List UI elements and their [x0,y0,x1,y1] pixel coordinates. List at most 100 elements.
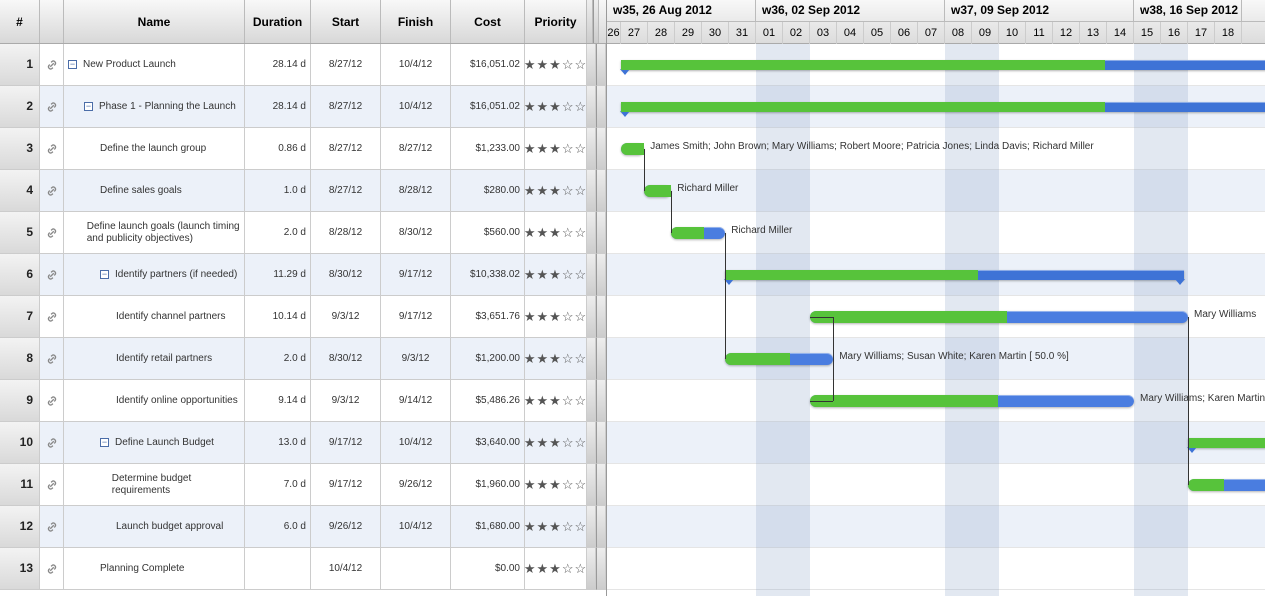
start-cell[interactable]: 8/27/12 [311,128,381,170]
start-cell[interactable]: 9/3/12 [311,296,381,338]
start-cell[interactable]: 9/17/12 [311,464,381,506]
start-cell[interactable]: 8/30/12 [311,254,381,296]
duration-cell[interactable]: 11.29 d [245,254,311,296]
duration-cell[interactable]: 0.86 d [245,128,311,170]
task-name-cell[interactable]: −Define Launch Budget [64,422,245,464]
splitter-left[interactable] [587,506,596,548]
finish-cell[interactable]: 9/17/12 [381,296,451,338]
finish-cell[interactable]: 10/4/12 [381,506,451,548]
splitter-left[interactable] [587,380,596,422]
duration-cell[interactable]: 1.0 d [245,170,311,212]
priority-cell[interactable]: ★★★☆☆ [525,548,587,590]
splitter-left[interactable] [587,44,596,86]
cost-cell[interactable]: $3,640.00 [451,422,525,464]
cost-cell[interactable]: $1,200.00 [451,338,525,380]
cost-cell[interactable]: $16,051.02 [451,44,525,86]
task-name-cell[interactable]: −New Product Launch [64,44,245,86]
start-cell[interactable]: 9/26/12 [311,506,381,548]
task-row[interactable]: 6−Identify partners (if needed)11.29 d8/… [0,254,606,296]
splitter-left[interactable] [587,338,596,380]
splitter-left[interactable] [587,86,596,128]
cost-cell[interactable]: $16,051.02 [451,86,525,128]
task-row[interactable]: 2−Phase 1 - Planning the Launch28.14 d8/… [0,86,606,128]
task-bar[interactable] [1188,479,1265,491]
finish-cell[interactable]: 8/28/12 [381,170,451,212]
col-header-num[interactable]: # [0,0,40,43]
col-header-start[interactable]: Start [311,0,381,43]
summary-bar[interactable] [725,270,1184,280]
duration-cell[interactable]: 10.14 d [245,296,311,338]
splitter-left[interactable] [587,128,596,170]
col-header-name[interactable]: Name [64,0,245,43]
task-name-cell[interactable]: Planning Complete [64,548,245,590]
duration-cell[interactable]: 2.0 d [245,212,311,254]
finish-cell[interactable]: 9/3/12 [381,338,451,380]
finish-cell[interactable]: 9/26/12 [381,464,451,506]
priority-cell[interactable]: ★★★☆☆ [525,380,587,422]
duration-cell[interactable]: 28.14 d [245,44,311,86]
splitter-right[interactable] [596,212,606,254]
expander-icon[interactable]: − [84,102,93,111]
priority-cell[interactable]: ★★★☆☆ [525,422,587,464]
priority-cell[interactable]: ★★★☆☆ [525,296,587,338]
task-row[interactable]: 3Define the launch group0.86 d8/27/128/2… [0,128,606,170]
task-row[interactable]: 9Identify online opportunities9.14 d9/3/… [0,380,606,422]
task-bar[interactable]: Mary Williams [810,311,1188,323]
expander-icon[interactable]: − [68,60,77,69]
task-name-cell[interactable]: Define launch goals (launch timing and p… [64,212,245,254]
cost-cell[interactable]: $5,486.26 [451,380,525,422]
splitter-right[interactable] [593,0,599,43]
task-row[interactable]: 4Define sales goals1.0 d8/27/128/28/12$2… [0,170,606,212]
splitter-right[interactable] [596,548,606,590]
start-cell[interactable]: 9/3/12 [311,380,381,422]
task-row[interactable]: 8Identify retail partners2.0 d8/30/129/3… [0,338,606,380]
summary-bar[interactable] [1188,438,1265,448]
cost-cell[interactable]: $10,338.02 [451,254,525,296]
task-name-cell[interactable]: Identify channel partners [64,296,245,338]
start-cell[interactable]: 8/30/12 [311,338,381,380]
splitter-right[interactable] [596,338,606,380]
splitter-right[interactable] [596,464,606,506]
task-row[interactable]: 11Determine budget requirements7.0 d9/17… [0,464,606,506]
finish-cell[interactable]: 9/17/12 [381,254,451,296]
task-bar[interactable]: Richard Miller [671,227,725,239]
finish-cell[interactable]: 8/27/12 [381,128,451,170]
task-bar[interactable]: Richard Miller [644,185,671,197]
cost-cell[interactable]: $560.00 [451,212,525,254]
finish-cell[interactable]: 9/14/12 [381,380,451,422]
task-name-cell[interactable]: Identify online opportunities [64,380,245,422]
task-name-cell[interactable]: Launch budget approval [64,506,245,548]
col-header-priority[interactable]: Priority [525,0,587,43]
duration-cell[interactable]: 9.14 d [245,380,311,422]
cost-cell[interactable]: $1,233.00 [451,128,525,170]
task-name-cell[interactable]: Define the launch group [64,128,245,170]
duration-cell[interactable]: 13.0 d [245,422,311,464]
col-header-duration[interactable]: Duration [245,0,311,43]
start-cell[interactable]: 9/17/12 [311,422,381,464]
priority-cell[interactable]: ★★★☆☆ [525,128,587,170]
priority-cell[interactable]: ★★★☆☆ [525,506,587,548]
task-name-cell[interactable]: −Phase 1 - Planning the Launch [64,86,245,128]
start-cell[interactable]: 8/27/12 [311,44,381,86]
task-name-cell[interactable]: Identify retail partners [64,338,245,380]
splitter-right[interactable] [596,422,606,464]
task-bar[interactable]: Mary Williams; Susan White; Karen Martin… [725,353,833,365]
col-header-finish[interactable]: Finish [381,0,451,43]
splitter-left[interactable] [587,254,596,296]
start-cell[interactable]: 8/28/12 [311,212,381,254]
finish-cell[interactable]: 10/4/12 [381,422,451,464]
finish-cell[interactable]: 8/30/12 [381,212,451,254]
cost-cell[interactable]: $1,960.00 [451,464,525,506]
start-cell[interactable]: 10/4/12 [311,548,381,590]
summary-bar[interactable] [621,60,1265,70]
splitter-left[interactable] [587,170,596,212]
finish-cell[interactable]: 10/4/12 [381,44,451,86]
task-bar[interactable]: James Smith; John Brown; Mary Williams; … [621,143,644,155]
duration-cell[interactable]: 2.0 d [245,338,311,380]
cost-cell[interactable]: $0.00 [451,548,525,590]
summary-bar[interactable] [621,102,1265,112]
priority-cell[interactable]: ★★★☆☆ [525,170,587,212]
splitter-left[interactable] [587,422,596,464]
splitter-left[interactable] [587,212,596,254]
task-row[interactable]: 12Launch budget approval6.0 d9/26/1210/4… [0,506,606,548]
